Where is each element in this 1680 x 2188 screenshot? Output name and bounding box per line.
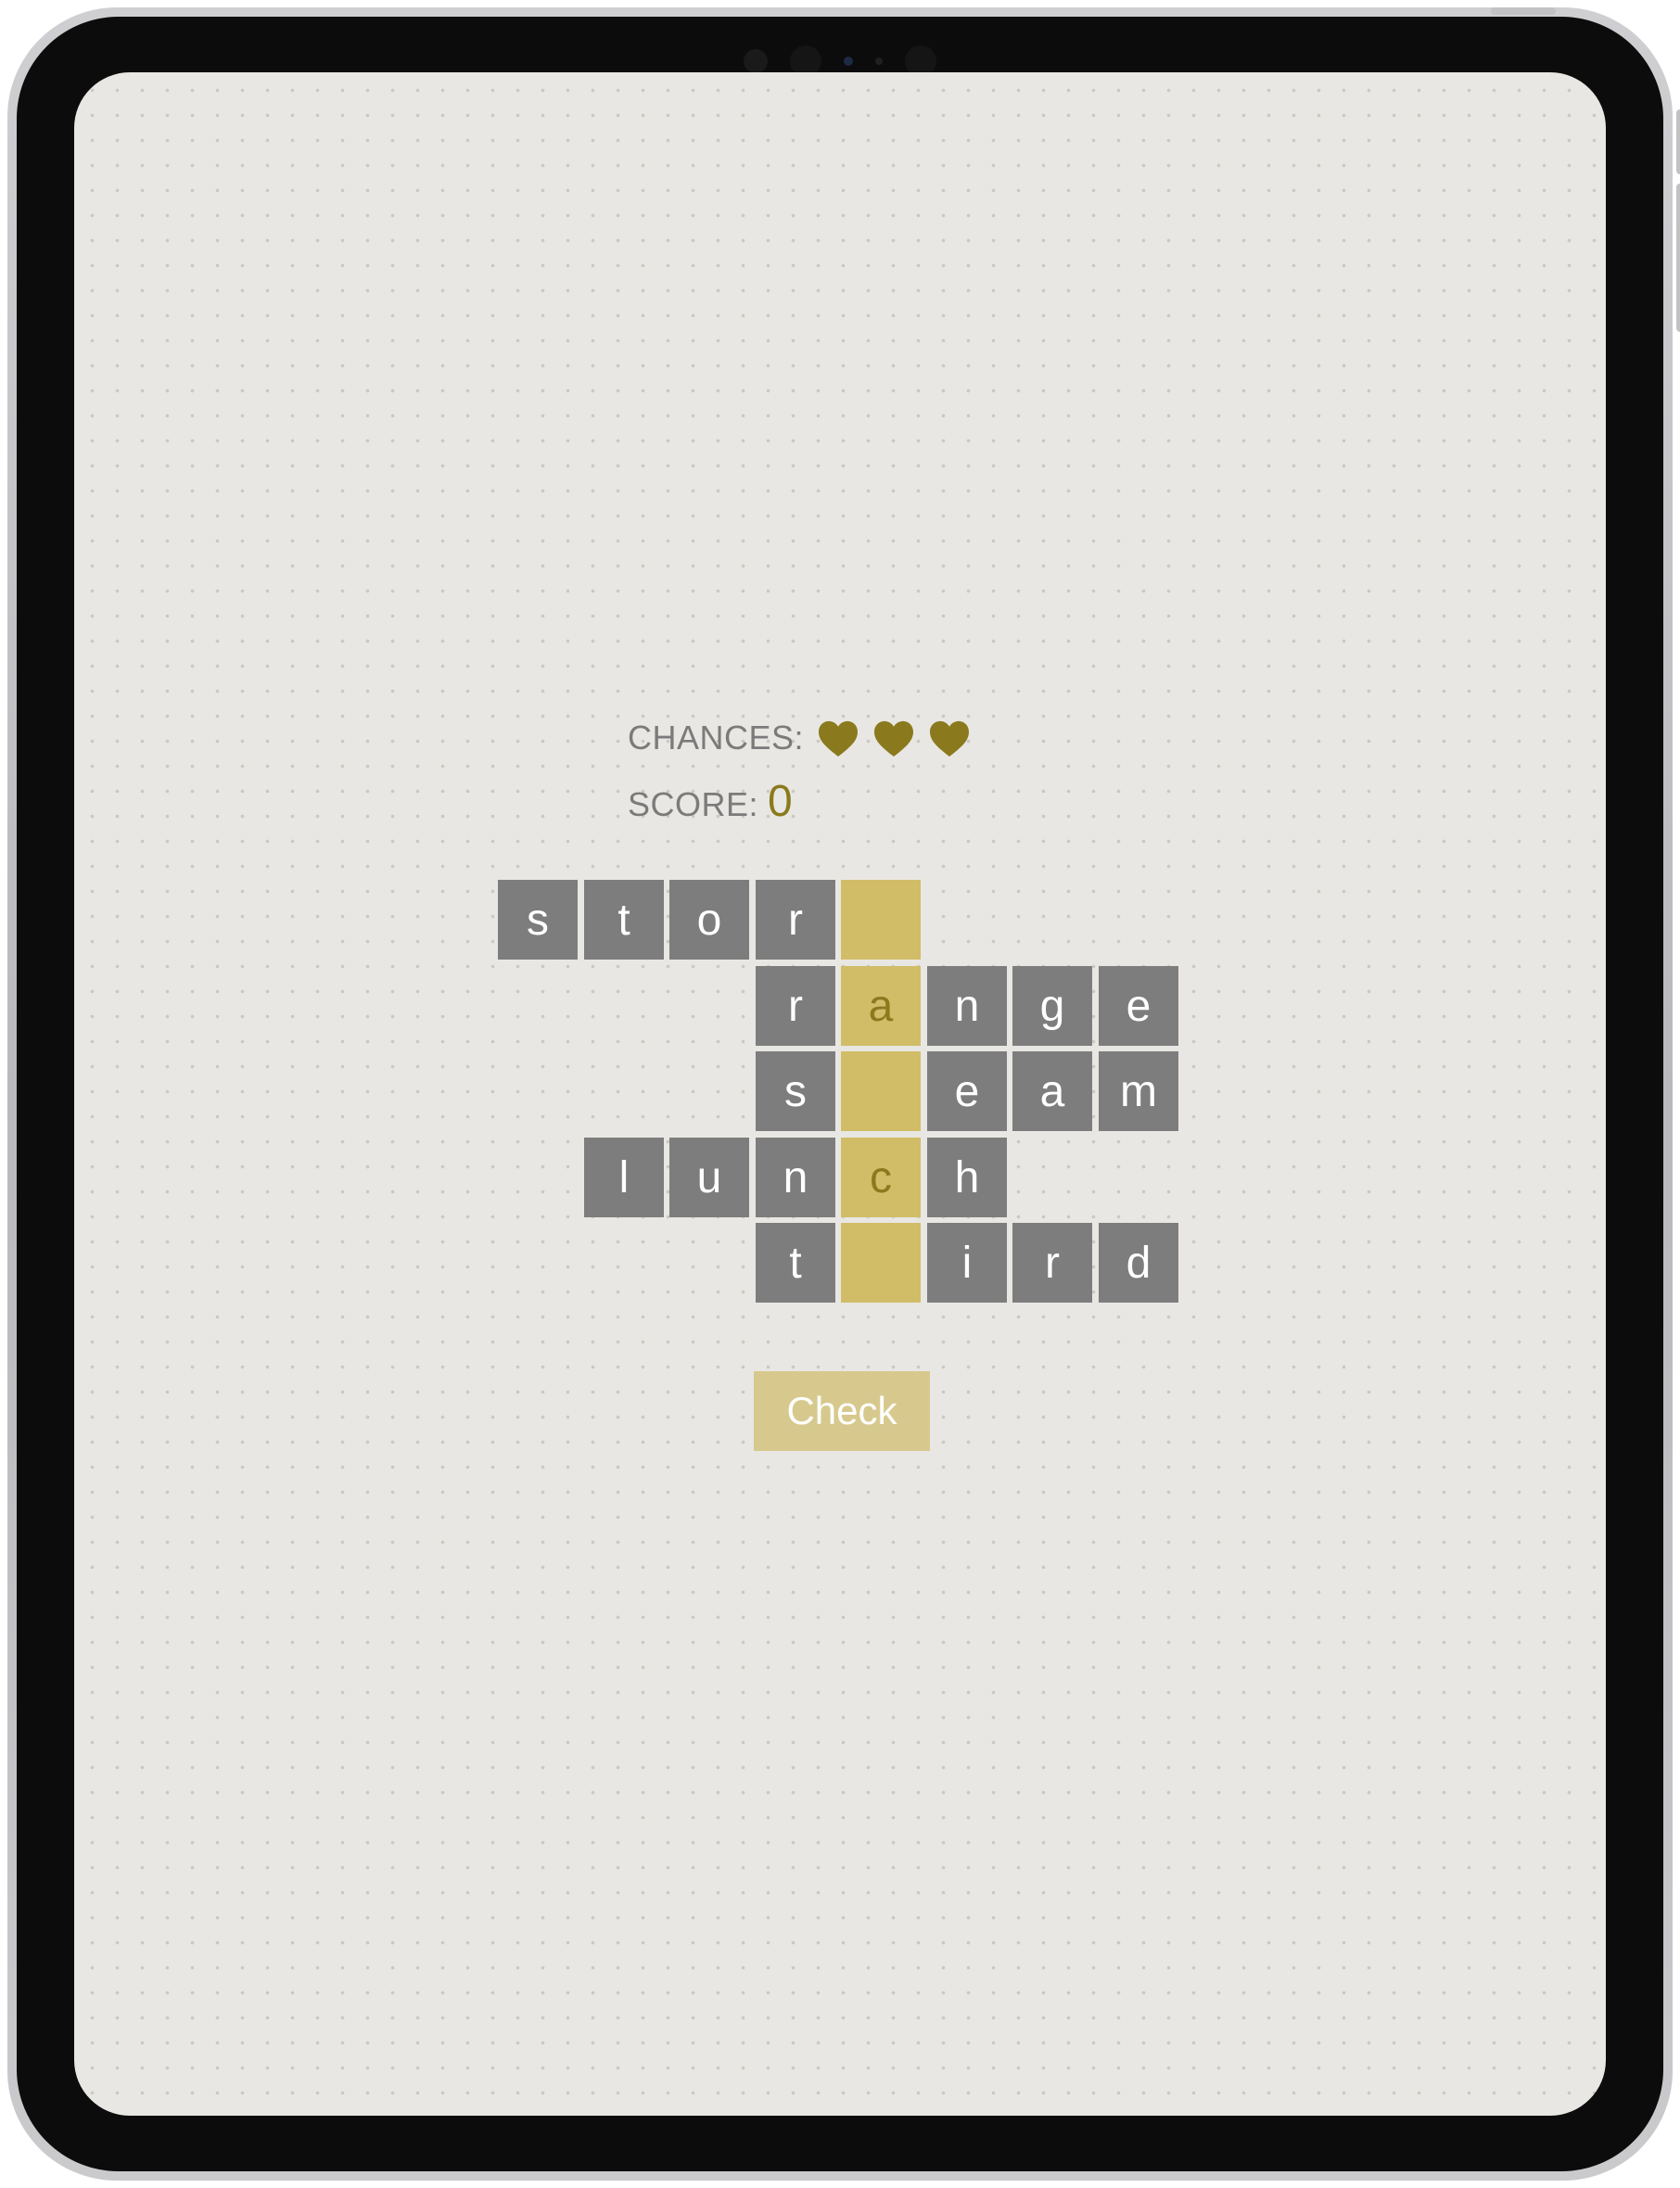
chances-label: CHANCES:	[628, 719, 805, 757]
letter-tile: s	[498, 880, 578, 960]
ambient-sensor	[875, 57, 883, 65]
letter-tile: u	[669, 1138, 749, 1217]
score-value: 0	[768, 776, 794, 826]
letter-tile: h	[927, 1138, 1007, 1217]
score-label: SCORE:	[628, 785, 759, 823]
letter-tile: n	[756, 1138, 835, 1217]
volume-up-button	[1676, 109, 1680, 174]
letter-tile: m	[1099, 1051, 1178, 1131]
letter-tile: e	[927, 1051, 1007, 1131]
letter-tile: a	[1012, 1051, 1092, 1131]
power-button	[1491, 7, 1556, 15]
key-tile[interactable]: a	[841, 966, 921, 1046]
sensor-dot	[744, 49, 768, 73]
letter-tile: t	[584, 880, 664, 960]
heart-icon	[817, 719, 859, 757]
letter-tile: r	[756, 880, 835, 960]
letter-tile: d	[1099, 1223, 1178, 1303]
key-tile[interactable]	[841, 1051, 921, 1131]
score-row: SCORE: 0	[628, 776, 971, 831]
chances-row: CHANCES:	[628, 712, 971, 764]
key-tile[interactable]	[841, 1223, 921, 1303]
key-tile[interactable]	[841, 880, 921, 960]
letter-tile: n	[927, 966, 1007, 1046]
letter-tile: l	[584, 1138, 664, 1217]
letter-tile: r	[756, 966, 835, 1046]
camera-indicator	[844, 57, 853, 66]
chances-hearts	[817, 719, 971, 757]
game-screen: CHANCES: SCORE: 0 storrangeseamlunchtird…	[74, 72, 1606, 2116]
letter-tile: e	[1099, 966, 1178, 1046]
heart-icon	[928, 719, 971, 757]
letter-tile: g	[1012, 966, 1092, 1046]
game-stats: CHANCES: SCORE: 0	[628, 712, 971, 831]
letter-tile: t	[756, 1223, 835, 1303]
key-tile[interactable]: c	[841, 1138, 921, 1217]
word-grid: storrangeseamlunchtird	[498, 880, 1184, 1306]
letter-tile: s	[756, 1051, 835, 1131]
heart-icon	[872, 719, 915, 757]
letter-tile: i	[927, 1223, 1007, 1303]
volume-down-button	[1676, 184, 1680, 332]
letter-tile: o	[669, 880, 749, 960]
check-button[interactable]: Check	[754, 1371, 930, 1451]
letter-tile: r	[1012, 1223, 1092, 1303]
